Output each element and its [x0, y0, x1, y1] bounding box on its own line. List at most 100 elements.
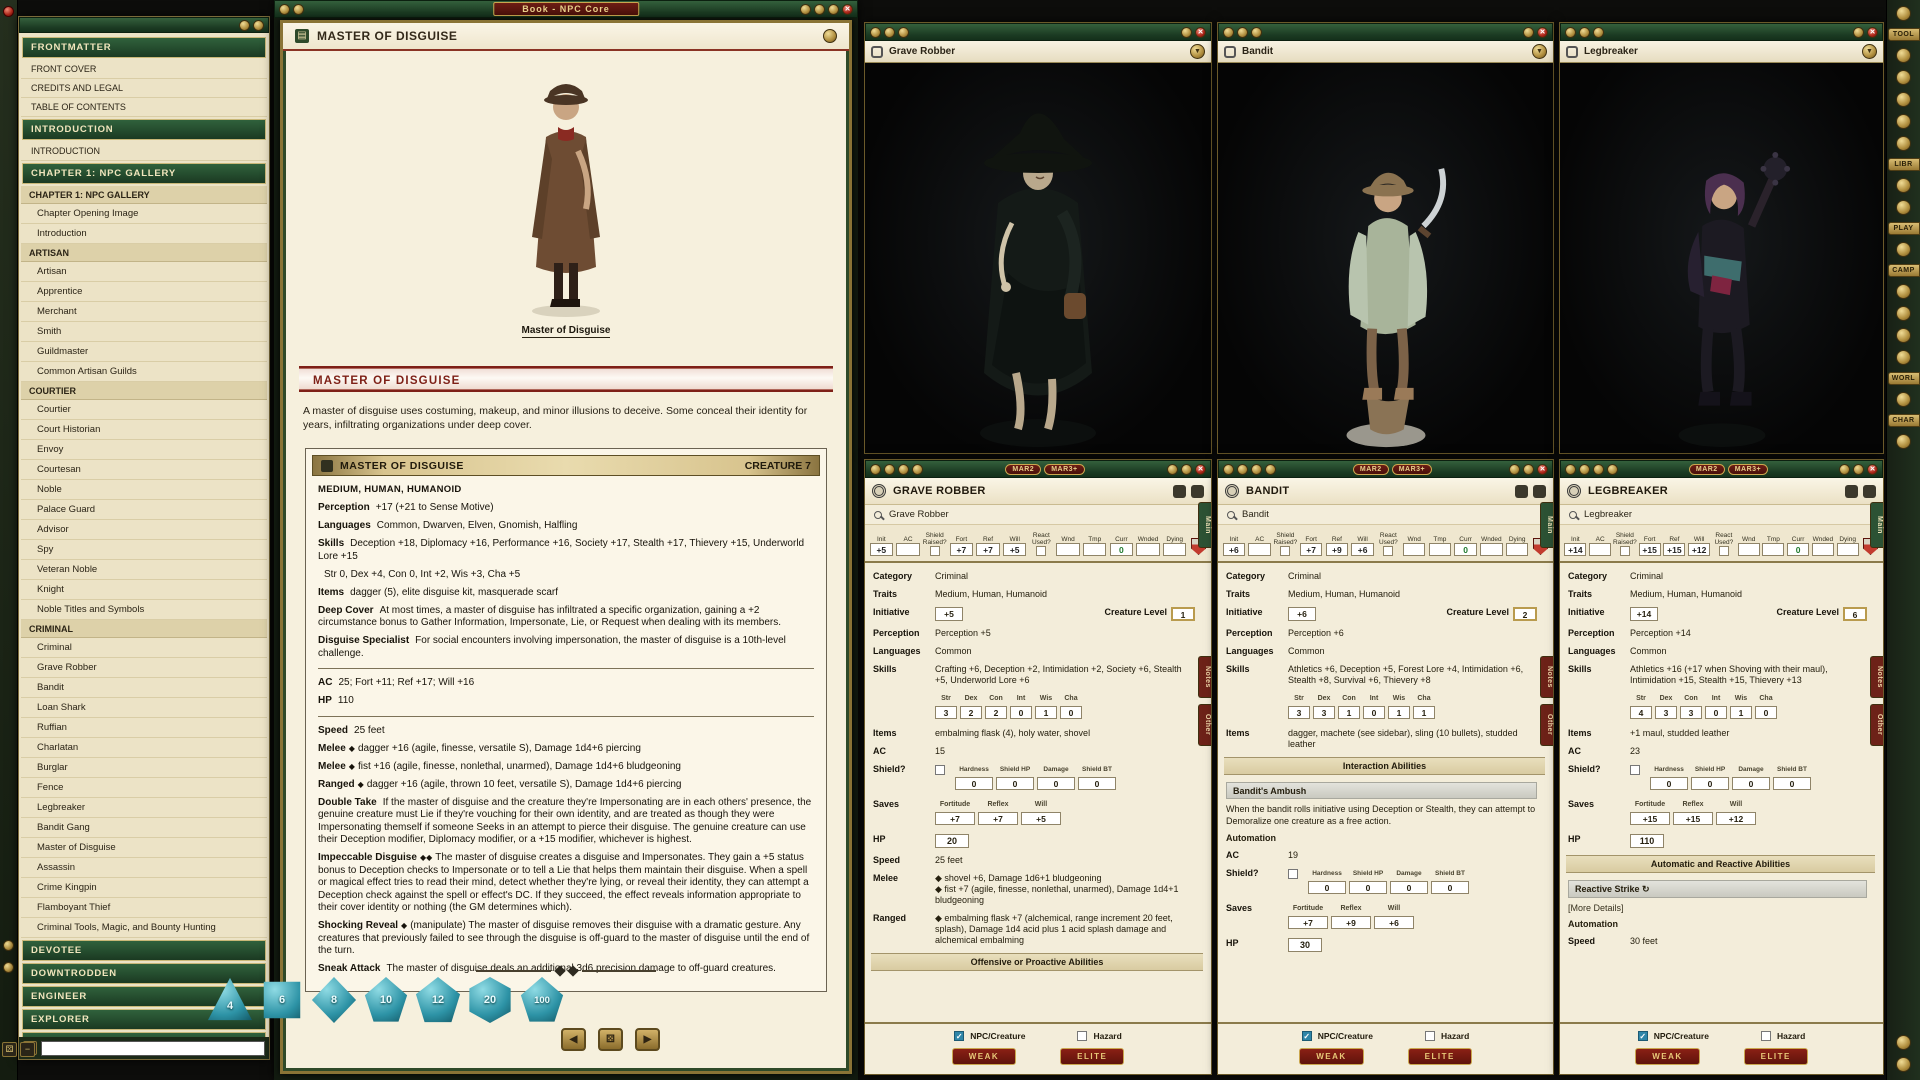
combat-cell[interactable]: Init +5 [868, 528, 895, 556]
save-box[interactable]: +7 [978, 812, 1018, 825]
combat-cell[interactable]: Ref +9 [1324, 528, 1350, 556]
index-item[interactable]: Common Artisan Guilds [21, 362, 267, 382]
tab-other[interactable]: Other [1870, 704, 1883, 746]
sidebar-tab-world[interactable]: Worl [1888, 372, 1920, 385]
combat-cell[interactable]: React Used? [1712, 531, 1737, 556]
shield-checkbox[interactable] [1288, 869, 1298, 879]
index-item[interactable]: Crime Kingpin [21, 878, 267, 898]
mar2-button[interactable]: MAR2 [1353, 464, 1389, 475]
ability-box[interactable]: 3 [1680, 706, 1702, 719]
combat-cell[interactable]: Will +5 [1001, 528, 1028, 556]
index-item[interactable]: Court Historian [21, 420, 267, 440]
alert-indicator-icon[interactable] [3, 6, 14, 17]
ability-name-bar[interactable]: Reactive Strike ↻ [1568, 880, 1867, 898]
sidebar-tab-character[interactable]: Char [1888, 414, 1920, 427]
index-item[interactable]: Knight [21, 580, 267, 600]
index-search-input[interactable] [41, 1041, 265, 1056]
combat-cell[interactable]: Will +12 [1687, 528, 1712, 556]
ability-box[interactable]: 1 [1413, 706, 1435, 719]
link-icon[interactable] [1223, 464, 1234, 475]
token-icon[interactable] [1265, 464, 1276, 475]
bookmark-icon[interactable] [279, 4, 290, 15]
index-item[interactable]: Chapter 1: NPC Gallery [21, 186, 267, 204]
creature-level-box[interactable]: 6 [1843, 607, 1867, 621]
die[interactable]: 6 [258, 976, 306, 1024]
sidebar-tab-tool[interactable]: Tool [1888, 28, 1920, 41]
ability-name-bar[interactable]: Bandit's Ambush [1226, 782, 1537, 799]
link-icon[interactable] [870, 464, 881, 475]
combat-cell[interactable]: Tmp [1427, 528, 1453, 556]
sheet-subtitle[interactable]: Grave Robber [889, 509, 949, 520]
combat-cell[interactable]: AC [1588, 528, 1613, 556]
index-item[interactable]: Smith [21, 322, 267, 342]
token-slot-icon[interactable] [1515, 485, 1528, 498]
help-icon[interactable] [1523, 464, 1534, 475]
tab-notes[interactable]: Notes [1870, 656, 1883, 698]
pin-icon[interactable] [293, 4, 304, 15]
elite-button[interactable]: ELITE [1744, 1048, 1808, 1065]
tab-other[interactable]: Other [1198, 704, 1211, 746]
ability-box[interactable]: 0 [1755, 706, 1777, 719]
hazard-checkbox[interactable] [1077, 1031, 1087, 1041]
close-icon[interactable]: ✕ [842, 4, 853, 15]
index-item[interactable]: Courtier [21, 400, 267, 420]
dock-button[interactable] [3, 940, 14, 951]
pin-icon[interactable] [1579, 27, 1590, 38]
initiative-box[interactable]: +5 [935, 607, 963, 621]
pin-icon[interactable] [884, 464, 895, 475]
npc-record-icon[interactable] [1567, 484, 1581, 498]
toolbar-button[interactable] [1896, 328, 1911, 343]
elite-button[interactable]: ELITE [1060, 1048, 1124, 1065]
combat-cell[interactable]: Dying [1504, 528, 1530, 556]
die[interactable]: 20 [466, 976, 514, 1024]
index-item[interactable]: Veteran Noble [21, 560, 267, 580]
save-box[interactable]: +15 [1630, 812, 1670, 825]
index-item[interactable]: Artisan [21, 244, 267, 262]
ability-box[interactable]: 3 [935, 706, 957, 719]
index-item[interactable]: Ruffian [21, 718, 267, 738]
toolbar-button[interactable] [1896, 242, 1911, 257]
save-box[interactable]: +5 [1021, 812, 1061, 825]
shield-checkbox[interactable] [935, 765, 945, 775]
figure-caption-link[interactable]: Master of Disguise [522, 325, 611, 338]
ability-box[interactable]: 3 [1655, 706, 1677, 719]
index-item[interactable]: Bandit [21, 678, 267, 698]
chevron-down-icon[interactable]: ▼ [1862, 44, 1877, 59]
combat-cell[interactable]: Init +6 [1221, 528, 1247, 556]
index-item[interactable]: Grave Robber [21, 658, 267, 678]
chat-minus-button[interactable]: − [20, 1042, 35, 1057]
index-item[interactable]: Advisor [21, 520, 267, 540]
close-icon[interactable]: ✕ [1867, 464, 1878, 475]
share-icon[interactable] [1167, 464, 1178, 475]
record-link-icon[interactable] [871, 46, 883, 58]
chevron-down-icon[interactable]: ▼ [1190, 44, 1205, 59]
toolbar-button[interactable] [1896, 200, 1911, 215]
combat-cell[interactable]: Wnd [1736, 528, 1761, 556]
ability-box[interactable]: 2 [960, 706, 982, 719]
share-icon[interactable] [1839, 464, 1850, 475]
save-box[interactable]: +12 [1716, 812, 1756, 825]
elite-button[interactable]: ELITE [1408, 1048, 1472, 1065]
creature-level-box[interactable]: 1 [1171, 607, 1195, 621]
index-item[interactable]: Courtier [21, 382, 267, 400]
close-icon[interactable]: ✕ [1537, 27, 1548, 38]
languages-value[interactable]: Common [935, 646, 1195, 657]
index-item[interactable]: Noble Titles and Symbols [21, 600, 267, 620]
tab-notes[interactable]: Notes [1198, 656, 1211, 698]
index-item[interactable]: Criminal Tools, Magic, and Bounty Huntin… [21, 918, 267, 938]
shield-checkbox[interactable] [1630, 765, 1640, 775]
roll-button[interactable]: ⚄ [598, 1028, 623, 1051]
shield-stat-box[interactable]: 0 [996, 777, 1034, 790]
next-page-button[interactable]: ▶ [635, 1028, 660, 1051]
index-item[interactable]: Noble [21, 480, 267, 500]
share-icon[interactable] [800, 4, 811, 15]
combat-cell[interactable]: Wnded [1479, 528, 1505, 556]
creature-level-box[interactable]: 2 [1513, 607, 1537, 621]
help-icon[interactable] [828, 4, 839, 15]
index-item[interactable]: Chapter Opening Image [21, 204, 267, 224]
perception-value[interactable]: Perception +6 [1288, 628, 1537, 639]
token-icon[interactable] [912, 464, 923, 475]
ac-value[interactable]: 23 [1630, 746, 1867, 757]
shield-stat-box[interactable]: 0 [1732, 777, 1770, 790]
shield-stat-box[interactable]: 0 [1078, 777, 1116, 790]
